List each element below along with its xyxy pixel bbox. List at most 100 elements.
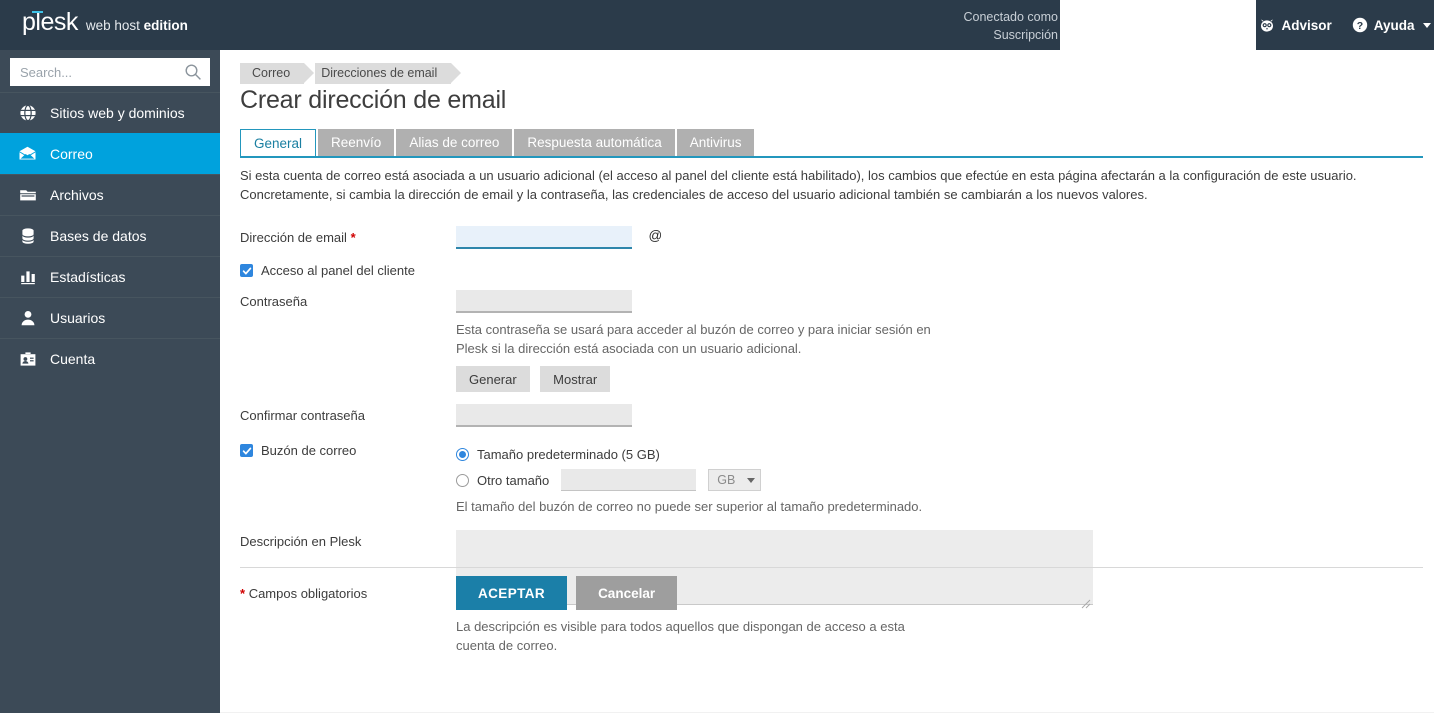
footer-divider	[240, 567, 1423, 568]
sidebar-label-sitios-web-y-dominios: Sitios web y dominios	[50, 105, 185, 121]
sidebar-label-cuenta: Cuenta	[50, 351, 96, 367]
plesk-logo[interactable]: plesk web host edition	[22, 10, 188, 35]
password-hint-line2: Plesk si la dirección está asociada con …	[456, 341, 802, 356]
id-card-icon	[18, 350, 37, 369]
chevron-down-icon	[1422, 22, 1431, 28]
sidebar-item-estadisticas[interactable]: Estadísticas	[0, 256, 220, 297]
connected-as-block: Conectado como Suscripción	[963, 8, 1058, 44]
sidebar-item-bases-de-datos[interactable]: Bases de datos	[0, 215, 220, 256]
email-address-control: @	[456, 226, 1423, 249]
required-note-asterisk: *	[240, 585, 246, 601]
mailbox-label-cell: Buzón de correo	[240, 443, 456, 458]
sidebar-label-correo: Correo	[50, 146, 93, 162]
mailbox-size-other-row: Otro tamaño GB	[456, 469, 1423, 491]
mailbox-size-input[interactable]	[561, 469, 697, 491]
sidebar-search	[10, 58, 210, 86]
required-fields-note: * Campos obligatorios	[240, 586, 456, 601]
row-email-address: Dirección de email * @	[240, 226, 1423, 249]
required-asterisk: *	[350, 230, 356, 245]
email-address-input[interactable]	[456, 226, 632, 249]
mailbox-size-other-label[interactable]: Otro tamaño	[477, 473, 549, 488]
email-at-symbol: @	[648, 228, 663, 243]
bar-chart-icon	[18, 268, 37, 287]
description-hint: La descripción es visible para todos aqu…	[456, 617, 1423, 655]
breadcrumb-item-direcciones-de-email[interactable]: Direcciones de email	[315, 63, 462, 84]
breadcrumb-item-correo[interactable]: Correo	[240, 63, 315, 84]
password-hint-line1: Esta contraseña se usará para acceder al…	[456, 322, 931, 337]
confirm-password-input[interactable]	[456, 404, 632, 427]
sidebar-item-correo[interactable]: Correo	[0, 133, 220, 174]
top-header: plesk web host edition Conectado como Su…	[0, 0, 1434, 50]
tab-general[interactable]: General	[240, 129, 317, 157]
row-password: Contraseña Esta contraseña se usará para…	[240, 290, 1423, 392]
form-intro: Si esta cuenta de correo está asociada a…	[240, 166, 1405, 204]
sidebar-label-usuarios: Usuarios	[50, 310, 106, 326]
tab-antivirus[interactable]: Antivirus	[676, 129, 755, 157]
confirm-password-label: Confirmar contraseña	[240, 408, 365, 423]
connected-as-line1: Conectado como	[963, 10, 1058, 24]
form-intro-line1: Si esta cuenta de correo está asociada a…	[240, 168, 1357, 183]
tab-bar: General Reenvío Alias de correo Respuest…	[240, 129, 756, 157]
check-icon	[242, 447, 251, 454]
database-icon	[18, 227, 37, 246]
tab-underline	[240, 156, 1423, 158]
envelope-icon	[18, 145, 37, 164]
sidebar-item-usuarios[interactable]: Usuarios	[0, 297, 220, 338]
show-password-button[interactable]: Mostrar	[540, 366, 611, 392]
row-confirm-password: Confirmar contraseña	[240, 404, 1423, 427]
advisor-label: Advisor	[1281, 17, 1332, 33]
form-intro-line2: Concretamente, si cambia la dirección de…	[240, 187, 1148, 202]
question-circle-icon: ?	[1352, 17, 1368, 33]
mailbox-label[interactable]: Buzón de correo	[261, 443, 356, 458]
password-control: Esta contraseña se usará para acceder al…	[456, 290, 1423, 392]
mailbox-size-hint: El tamaño del buzón de correo no puede s…	[456, 499, 923, 514]
description-label: Descripción en Plesk	[240, 534, 362, 549]
email-address-label: Dirección de email *	[240, 230, 356, 245]
sidebar-item-cuenta[interactable]: Cuenta	[0, 338, 220, 379]
generate-password-button[interactable]: Generar	[456, 366, 530, 392]
password-label: Contraseña	[240, 294, 308, 309]
panel-access-label[interactable]: Acceso al panel del cliente	[261, 263, 415, 278]
sidebar-label-archivos: Archivos	[50, 187, 104, 203]
required-note-text: Campos obligatorios	[248, 585, 368, 601]
tab-reenvio[interactable]: Reenvío	[318, 129, 395, 157]
row-panel-access: Acceso al panel del cliente	[240, 263, 1423, 278]
check-icon	[242, 267, 251, 274]
mailbox-size-default-row: Tamaño predeterminado (5 GB)	[456, 443, 1423, 465]
row-mailbox: Buzón de correo Tamaño predeterminado (5…	[240, 443, 1423, 516]
header-dark-panel: plesk web host edition Conectado como Su…	[0, 0, 1060, 50]
mailbox-checkbox[interactable]	[240, 444, 253, 457]
mailbox-size-other-radio[interactable]	[456, 473, 469, 487]
search-input[interactable]	[10, 58, 210, 86]
mailbox-size-default-radio[interactable]	[456, 447, 469, 461]
confirm-password-control	[456, 404, 1423, 427]
ok-button[interactable]: ACEPTAR	[456, 576, 568, 610]
chevron-down-icon	[747, 478, 756, 483]
mailbox-size-default-label[interactable]: Tamaño predeterminado (5 GB)	[477, 447, 660, 462]
panel-access-checkbox[interactable]	[240, 264, 253, 277]
description-hint-line1: La descripción es visible para todos aqu…	[456, 619, 905, 634]
plesk-edition-label: web host edition	[85, 18, 188, 33]
sidebar-item-archivos[interactable]: Archivos	[0, 174, 220, 215]
breadcrumb: Correo Direcciones de email	[240, 63, 462, 84]
main-content: Correo Direcciones de email Crear direcc…	[220, 50, 1434, 713]
svg-text:?: ?	[1357, 20, 1363, 32]
cancel-button[interactable]: Cancelar	[576, 576, 678, 610]
sidebar: Sitios web y dominios Correo Archivos	[0, 50, 220, 713]
sidebar-label-bases-de-datos: Bases de datos	[50, 228, 147, 244]
sidebar-item-sitios-web-y-dominios[interactable]: Sitios web y dominios	[0, 92, 220, 133]
help-label: Ayuda	[1373, 17, 1415, 33]
help-menu[interactable]: ? Ayuda	[1352, 17, 1431, 33]
mailbox-size-control: Tamaño predeterminado (5 GB) Otro tamaño…	[456, 443, 1423, 516]
mailbox-size-unit-value: GB	[717, 473, 736, 487]
globe-icon	[18, 104, 37, 123]
password-actions: Generar Mostrar	[456, 366, 1423, 392]
tab-alias-de-correo[interactable]: Alias de correo	[396, 129, 513, 157]
folder-icon	[18, 186, 37, 205]
tab-respuesta-automatica[interactable]: Respuesta automática	[514, 129, 675, 157]
advisor-button[interactable]: Advisor	[1259, 17, 1332, 33]
password-input[interactable]	[456, 290, 632, 313]
mailbox-size-unit-select[interactable]: GB	[708, 469, 762, 491]
description-hint-line2: cuenta de correo.	[456, 638, 558, 653]
user-icon	[18, 309, 37, 328]
